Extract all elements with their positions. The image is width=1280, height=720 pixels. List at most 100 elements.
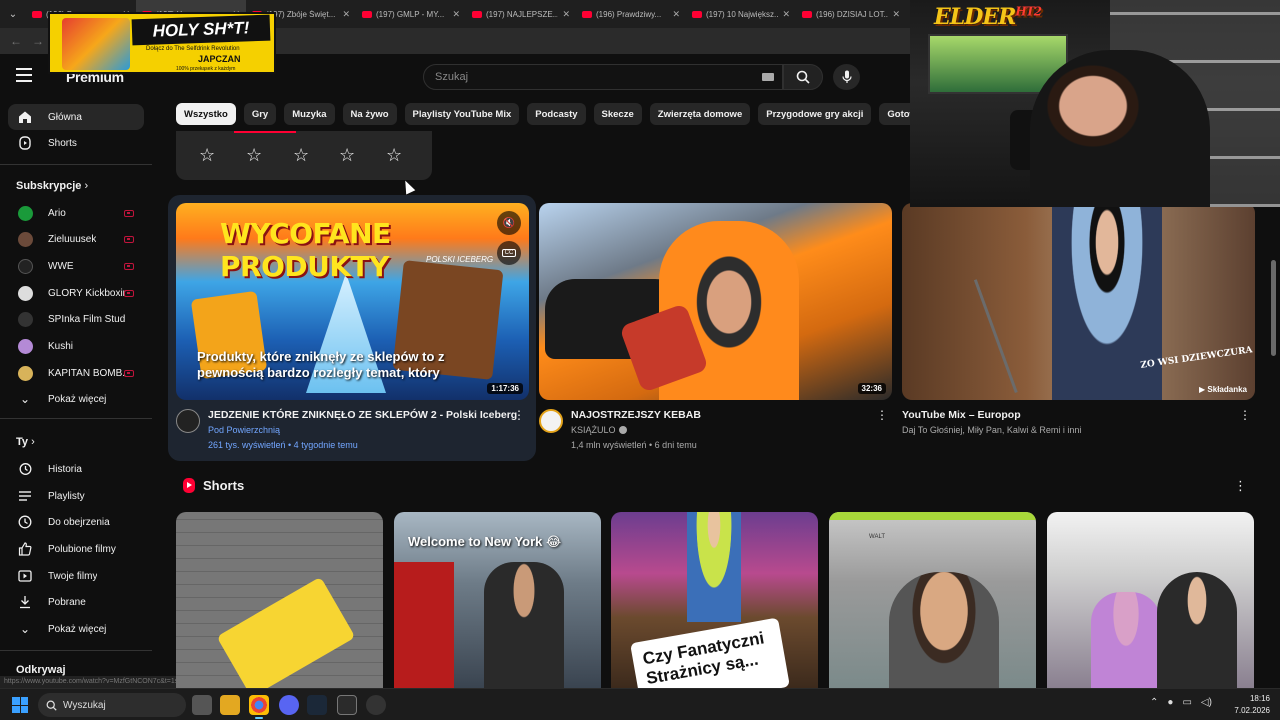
search-box[interactable] xyxy=(423,64,783,90)
person-graphic xyxy=(1157,572,1237,688)
close-tab-icon[interactable]: ✕ xyxy=(342,9,350,20)
channel-avatar[interactable] xyxy=(176,409,200,433)
sidebar-subscription[interactable]: SPInka Film Stud... xyxy=(8,306,144,332)
show-more-subscriptions[interactable]: ⌄ Pokaż więcej xyxy=(8,386,144,412)
keyboard-icon[interactable] xyxy=(762,73,774,81)
chip-music[interactable]: Muzyka xyxy=(284,103,335,125)
task-view-icon[interactable] xyxy=(192,695,212,715)
you-heading[interactable]: Ty › xyxy=(16,436,35,448)
sidebar-subscription[interactable]: Zieluuusek xyxy=(8,226,144,252)
sidebar-item-shorts[interactable]: Shorts xyxy=(8,130,144,156)
thumbnail-subtitle: POLSKI ICEBERG xyxy=(426,255,494,264)
short-thumbnail[interactable]: Welcome to New York 😂 xyxy=(394,512,601,688)
taskbar-clock[interactable]: 18:16 7.02.2026 xyxy=(1226,693,1270,717)
live-indicator-icon xyxy=(124,210,134,217)
sidebar-subscription[interactable]: Kushi xyxy=(8,333,144,359)
video-title[interactable]: JEDZENIE KTÓRE ZNIKNĘŁO ZE SKLEPÓW 2 - P… xyxy=(208,409,517,421)
windows-start-icon[interactable] xyxy=(12,697,28,713)
more-options-icon[interactable]: ⋮ xyxy=(513,408,525,422)
chrome-icon[interactable] xyxy=(249,695,269,719)
channel-name[interactable]: KSIĄŻULO xyxy=(571,425,627,435)
video-details: NAJOSTRZEJSZY KEBAB KSIĄŻULO 1,4 mln wyś… xyxy=(539,408,892,458)
video-thumbnail[interactable]: 32:36 xyxy=(539,203,892,400)
close-tab-icon[interactable]: ✕ xyxy=(782,9,790,20)
short-thumbnail[interactable] xyxy=(1047,512,1254,688)
more-options-icon[interactable]: ⋮ xyxy=(1239,408,1251,422)
show-more-you[interactable]: ⌄ Pokaż więcej xyxy=(8,616,144,642)
sidebar-item-history[interactable]: Historia xyxy=(8,456,144,482)
chip-action-adventure[interactable]: Przygodowe gry akcji xyxy=(758,103,872,125)
sidebar-item-watch-later[interactable]: Do obejrzenia xyxy=(8,509,144,535)
captions-button[interactable]: CC xyxy=(497,241,521,265)
download-icon xyxy=(17,594,33,610)
sidebar-item-playlists[interactable]: Playlisty xyxy=(8,483,144,509)
close-tab-icon[interactable]: ✕ xyxy=(672,9,680,20)
sidebar-subscription[interactable]: WWE xyxy=(8,253,144,279)
video-title[interactable]: NAJOSTRZEJSZY KEBAB xyxy=(571,409,701,421)
discord-icon[interactable] xyxy=(279,695,299,715)
star-icon[interactable]: ☆ xyxy=(246,145,262,166)
close-tab-icon[interactable]: ✕ xyxy=(892,9,900,20)
chip-mix-playlists[interactable]: Playlisty YouTube Mix xyxy=(404,103,520,125)
sidebar-item-your-videos[interactable]: Twoje filmy xyxy=(8,563,144,589)
close-tab-icon[interactable]: ✕ xyxy=(452,9,460,20)
xbox-icon[interactable] xyxy=(337,695,357,715)
chevron-up-icon[interactable]: ⌃ xyxy=(1150,697,1158,708)
sidebar-subscription[interactable]: KAPITAN BOMB... xyxy=(8,360,144,386)
chip-sketches[interactable]: Skecze xyxy=(593,103,642,125)
microphone-icon[interactable]: ● xyxy=(1167,697,1173,708)
short-thumbnail[interactable]: WALT xyxy=(829,512,1036,688)
more-options-icon[interactable]: ⋮ xyxy=(876,408,888,422)
channel-avatar[interactable] xyxy=(539,409,563,433)
chip-live[interactable]: Na żywo xyxy=(342,103,397,125)
scrollbar-thumb[interactable] xyxy=(1271,260,1276,356)
search-input[interactable] xyxy=(435,71,735,83)
star-icon[interactable]: ☆ xyxy=(293,145,309,166)
sidebar-subscription[interactable]: GLORY Kickboxing xyxy=(8,280,144,306)
star-icon[interactable]: ☆ xyxy=(339,145,355,166)
short-thumbnail[interactable] xyxy=(176,512,383,688)
chip-podcasts[interactable]: Podcasty xyxy=(527,103,586,125)
thumb-up-icon xyxy=(17,541,33,557)
taskbar-search[interactable]: Wyszukaj xyxy=(38,693,186,717)
overlay-brand: JAPCZAN xyxy=(198,54,241,64)
sidebar-item-liked[interactable]: Polubione filmy xyxy=(8,536,144,562)
steam-icon[interactable] xyxy=(307,695,327,715)
channel-name[interactable]: Pod Powierzchnią xyxy=(208,425,280,435)
browser-tab[interactable]: (197) 10 Największ... ✕ xyxy=(686,0,796,28)
browser-tab[interactable]: (196) DZISIAJ LOT... ✕ xyxy=(796,0,906,28)
chip-pets[interactable]: Zwierzęta domowe xyxy=(649,103,751,125)
short-thumbnail[interactable]: Czy Fanatyczni Strażnicy są... xyxy=(611,512,818,688)
network-icon[interactable]: ▭ xyxy=(1182,697,1191,708)
youtube-favicon-icon xyxy=(802,10,812,18)
subscriptions-heading[interactable]: Subskrypcje › xyxy=(16,180,88,192)
video-title[interactable]: YouTube Mix – Europop xyxy=(902,409,1021,421)
forward-icon[interactable]: → xyxy=(32,34,44,48)
tab-search-icon[interactable]: ⌄ xyxy=(0,0,26,28)
more-options-icon[interactable]: ⋮ xyxy=(1234,478,1247,494)
sidebar-item-home[interactable]: Główna xyxy=(8,104,144,130)
streamer-graphic xyxy=(1030,50,1210,207)
browser-tab[interactable]: (197) NAJLEPSZE... ✕ xyxy=(466,0,576,28)
star-icon[interactable]: ☆ xyxy=(199,145,215,166)
back-icon[interactable]: ← xyxy=(10,34,22,48)
volume-icon[interactable]: ◁) xyxy=(1201,697,1212,708)
mute-button[interactable]: 🔇 xyxy=(497,211,521,235)
sidebar-subscription[interactable]: Ario xyxy=(8,200,144,226)
obs-icon[interactable] xyxy=(366,695,386,715)
chip-all[interactable]: Wszystko xyxy=(176,103,236,125)
browser-tab[interactable]: (196) Prawdziwy... ✕ xyxy=(576,0,686,28)
close-tab-icon[interactable]: ✕ xyxy=(562,9,570,20)
file-explorer-icon[interactable] xyxy=(220,695,240,715)
chip-games[interactable]: Gry xyxy=(243,103,277,125)
voice-search-button[interactable] xyxy=(833,64,860,90)
star-icon[interactable]: ☆ xyxy=(386,145,402,166)
shelf-graphic xyxy=(829,512,1036,520)
menu-icon[interactable] xyxy=(16,68,32,82)
search-button[interactable] xyxy=(783,64,823,90)
youtube-favicon-icon xyxy=(692,10,702,18)
sidebar-item-downloads[interactable]: Pobrane xyxy=(8,589,144,615)
browser-tab[interactable]: (197) GMLP - MY... ✕ xyxy=(356,0,466,28)
video-thumbnail[interactable]: ZO WSI DZIEWCZURA ▶ Składanka xyxy=(902,203,1255,400)
video-thumbnail[interactable]: WYCOFANE PRODUKTY POLSKI ICEBERG Produkt… xyxy=(176,203,529,400)
